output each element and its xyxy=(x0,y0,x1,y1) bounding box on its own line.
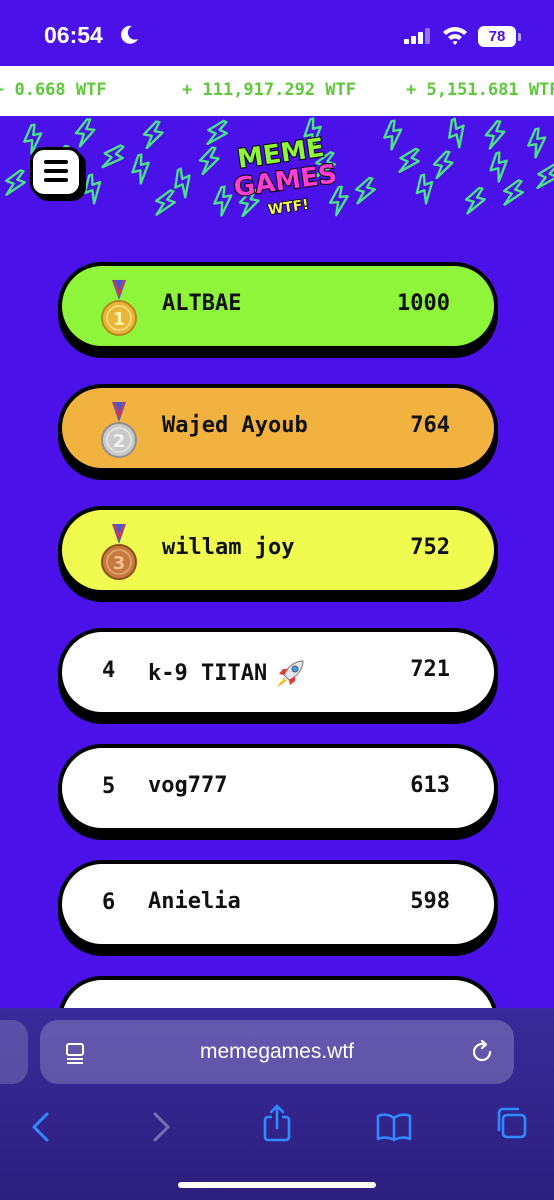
moon-icon xyxy=(121,25,138,44)
earnings-ticker: + 0.668 WTF + 111,917.292 WTF + 5,151.68… xyxy=(0,66,554,116)
player-name-text: k-9 TITAN xyxy=(148,661,268,686)
player-score: 752 xyxy=(410,535,450,560)
reload-icon[interactable] xyxy=(470,1040,494,1064)
lightning-bolt-icon xyxy=(74,117,96,148)
player-name-text: ALTBAE xyxy=(162,291,242,316)
gold-medal-icon: 1 xyxy=(101,279,137,336)
back-icon[interactable] xyxy=(30,1112,52,1142)
lightning-bolt-icon xyxy=(464,186,486,215)
memegames-logo[interactable]: MEME GAMES WTF! xyxy=(226,130,336,220)
leaderboard-row[interactable]: 1 ALTBAE 1000 xyxy=(58,262,498,350)
logo-text-wtf: WTF! xyxy=(267,197,310,219)
player-name: k-9 TITAN xyxy=(148,657,307,691)
lightning-bolt-icon xyxy=(131,153,150,185)
leaderboard-row[interactable]: 4 k-9 TITAN 721 xyxy=(58,628,498,716)
lightning-bolt-icon xyxy=(448,117,465,149)
player-name-text: Anielia xyxy=(148,889,241,914)
lightning-bolt-icon xyxy=(527,127,547,159)
battery-tip xyxy=(518,33,521,41)
menu-icon xyxy=(44,169,68,173)
browser-toolbar: memegames.wtf xyxy=(0,1008,554,1200)
leaderboard-row[interactable]: 5 vog777 613 xyxy=(58,744,498,832)
silver-medal-icon: 2 xyxy=(101,401,137,458)
player-name: willam joy xyxy=(162,535,294,560)
home-indicator xyxy=(178,1182,376,1188)
player-name: vog777 xyxy=(148,773,227,798)
player-score: 721 xyxy=(410,657,450,682)
player-score: 1000 xyxy=(397,291,450,316)
player-name: Wajed Ayoub xyxy=(162,413,308,438)
address-bar[interactable]: memegames.wtf xyxy=(40,1020,514,1084)
lightning-bolt-icon xyxy=(432,150,454,180)
header: MEME GAMES WTF! xyxy=(0,116,554,240)
ticker-item: + 111,917.292 WTF xyxy=(182,80,356,100)
medal-rank: 1 xyxy=(113,309,126,330)
menu-icon xyxy=(44,178,68,182)
player-score: 598 xyxy=(410,889,450,914)
wifi-icon xyxy=(443,27,467,45)
lightning-bolt-icon xyxy=(5,168,27,196)
player-name-text: Wajed Ayoub xyxy=(162,413,308,438)
player-name: Anielia xyxy=(148,889,241,914)
medal-rank: 3 xyxy=(113,553,126,574)
status-time: 06:54 xyxy=(44,22,103,48)
lightning-bolt-icon xyxy=(536,163,554,190)
rank-number: 6 xyxy=(102,890,116,915)
previous-tab-peek[interactable] xyxy=(0,1020,28,1084)
rank-number: 4 xyxy=(102,658,116,683)
battery-icon: 78 xyxy=(478,26,516,47)
forward-icon[interactable] xyxy=(150,1112,172,1142)
status-bar: 06:54 78 xyxy=(0,0,554,66)
lightning-bolt-icon xyxy=(142,120,164,150)
bronze-medal-icon: 3 xyxy=(101,523,137,580)
menu-button[interactable] xyxy=(30,147,82,197)
player-name-text: willam joy xyxy=(162,535,295,560)
ticker-item: + 5,151.681 WTF xyxy=(406,80,554,100)
leaderboard-row[interactable]: 2 Wajed Ayoub 764 xyxy=(58,384,498,472)
tabs-icon[interactable] xyxy=(494,1106,528,1140)
url-text: memegames.wtf xyxy=(199,1040,355,1063)
medal-rank: 2 xyxy=(113,431,126,452)
bookmarks-icon[interactable] xyxy=(376,1112,412,1142)
ticker-item: + 0.668 WTF xyxy=(0,80,107,100)
rank-number: 5 xyxy=(102,774,116,799)
leaderboard-row[interactable]: 3 willam joy 752 xyxy=(58,506,498,594)
menu-icon xyxy=(44,160,68,164)
lightning-bolt-icon xyxy=(354,176,376,205)
share-icon[interactable] xyxy=(262,1104,292,1142)
lightning-bolt-icon xyxy=(484,119,506,150)
player-score: 613 xyxy=(410,773,450,798)
leaderboard-row[interactable]: 6 Anielia 598 xyxy=(58,860,498,948)
player-score: 764 xyxy=(410,413,450,438)
player-name-text: vog777 xyxy=(148,773,228,798)
signal-icon xyxy=(404,28,430,44)
rocket-icon xyxy=(277,660,304,687)
player-name: ALTBAE xyxy=(162,291,241,316)
